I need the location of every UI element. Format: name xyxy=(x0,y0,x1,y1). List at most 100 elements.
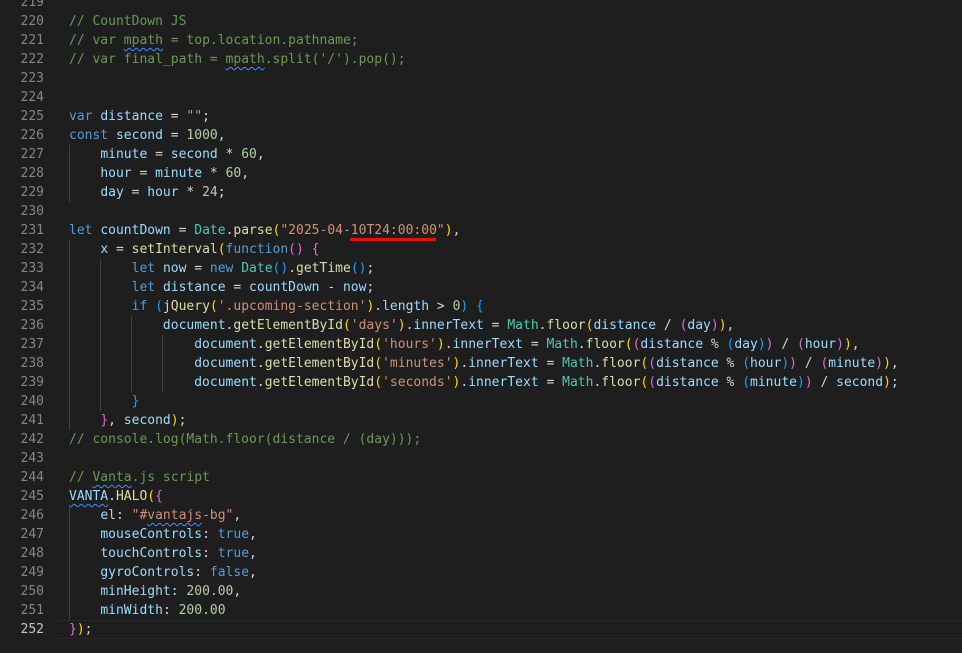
code-line[interactable] xyxy=(69,88,962,107)
code-token: '.upcoming-section' xyxy=(217,299,367,314)
code-token: ( xyxy=(796,337,805,352)
code-token: second xyxy=(115,128,163,143)
code-line[interactable]: document.getElementById('seconds').inner… xyxy=(69,373,962,392)
code-line[interactable]: x = setInterval(function() { xyxy=(69,240,962,259)
code-token: - xyxy=(319,280,343,295)
code-line[interactable]: document.getElementById('minutes').inner… xyxy=(69,354,962,373)
code-token: ) xyxy=(836,337,844,352)
code-token: . xyxy=(288,261,297,276)
code-token: countDown xyxy=(249,280,320,295)
code-token: () xyxy=(272,261,289,276)
code-line[interactable]: mouseControls: true, xyxy=(69,525,962,544)
code-token: : xyxy=(162,603,179,618)
code-line[interactable]: }, second); xyxy=(69,411,962,430)
line-number: 219 xyxy=(20,0,44,10)
code-line[interactable]: }); xyxy=(69,620,962,639)
code-line[interactable]: // var final_path = mpath.split('/').pop… xyxy=(69,50,962,69)
code-token: hour xyxy=(750,356,782,371)
code-token: Math xyxy=(562,375,594,390)
code-editor[interactable]: 219 220 221 222 223 224 225 226 227 228 229 230 231 2… xyxy=(0,0,962,653)
code-token: floor xyxy=(585,337,625,352)
code-token: minute xyxy=(155,166,203,181)
code-token: // var xyxy=(69,33,124,48)
code-line[interactable]: minWidth: 200.00 xyxy=(69,601,962,620)
code-token: innerText xyxy=(413,318,484,333)
code-token: ) xyxy=(883,356,891,371)
code-line[interactable]: gyroControls: false, xyxy=(69,563,962,582)
code-token: minHeight xyxy=(100,584,171,599)
code-token: % xyxy=(703,337,727,352)
code-token: = xyxy=(147,147,171,162)
line-number: 249 xyxy=(20,565,44,580)
code-token: . xyxy=(108,489,116,504)
code-token: distance xyxy=(640,337,704,352)
code-line[interactable]: el: "#vantajs-bg", xyxy=(69,506,962,525)
code-token: floor xyxy=(601,375,641,390)
code-token: , xyxy=(233,508,242,523)
code-line[interactable]: let now = new Date().getTime(); xyxy=(69,259,962,278)
code-token: . xyxy=(256,337,265,352)
code-area[interactable]: // CountDown JS// var mpath = top.locati… xyxy=(69,0,962,653)
line-number: 241 xyxy=(20,413,44,428)
code-token: = xyxy=(483,318,508,333)
code-token: HALO xyxy=(115,489,148,504)
line-number: 234 xyxy=(20,280,44,295)
code-line[interactable]: const second = 1000, xyxy=(69,126,962,145)
code-line[interactable]: } xyxy=(69,392,962,411)
code-token: let xyxy=(131,280,156,295)
code-line[interactable]: day = hour * 24; xyxy=(69,183,962,202)
code-token: hour xyxy=(100,166,132,181)
code-line[interactable]: hour = minute * 60, xyxy=(69,164,962,183)
code-line[interactable] xyxy=(69,0,962,12)
code-line[interactable]: VANTA.HALO({ xyxy=(69,487,962,506)
code-line[interactable]: // console.log(Math.floor(distance / (da… xyxy=(69,430,962,449)
code-line[interactable]: touchControls: true, xyxy=(69,544,962,563)
code-token: touchControls xyxy=(100,546,203,561)
code-line[interactable]: var distance = ""; xyxy=(69,107,962,126)
code-line[interactable]: let countDown = Date.parse("2025-04-10T2… xyxy=(69,221,962,240)
code-token: , xyxy=(249,565,257,580)
code-token: minWidth xyxy=(100,603,163,618)
code-token: ; xyxy=(366,261,375,276)
code-line[interactable]: minute = second * 60, xyxy=(69,145,962,164)
code-token: . xyxy=(256,375,265,390)
code-token: document xyxy=(194,356,257,371)
code-line[interactable]: minHeight: 200.00, xyxy=(69,582,962,601)
code-token: VANTA xyxy=(69,489,109,504)
code-line[interactable] xyxy=(69,69,962,88)
code-line[interactable] xyxy=(69,449,962,468)
code-line[interactable]: // var mpath = top.location.pathname; xyxy=(69,31,962,50)
line-number: 240 xyxy=(20,394,44,409)
code-line[interactable]: document.getElementById('hours').innerTe… xyxy=(69,335,962,354)
code-line[interactable] xyxy=(69,202,962,221)
line-number: 227 xyxy=(20,147,44,162)
code-token: getElementById xyxy=(264,337,375,352)
code-line[interactable]: document.getElementById('days').innerTex… xyxy=(69,316,962,335)
code-token: getElementById xyxy=(233,318,343,333)
code-token: ) xyxy=(397,318,406,333)
code-token: ( xyxy=(624,337,633,352)
code-token: second xyxy=(170,147,218,162)
code-token: ) xyxy=(765,337,774,352)
code-token: now xyxy=(342,280,367,295)
code-line[interactable]: if (jQuery('.upcoming-section').length >… xyxy=(69,297,962,316)
code-line[interactable]: let distance = countDown - now; xyxy=(69,278,962,297)
code-token: var xyxy=(69,109,93,124)
code-token: ( xyxy=(374,356,383,371)
code-line[interactable]: // Vanta.js script xyxy=(69,468,962,487)
code-token: ) xyxy=(781,356,790,371)
code-token: now xyxy=(162,261,187,276)
code-token: hour xyxy=(147,185,179,200)
code-line[interactable]: // CountDown JS xyxy=(69,12,962,31)
code-token: 'minutes' xyxy=(382,356,453,371)
code-token: Date xyxy=(241,261,273,276)
code-token: minute xyxy=(750,375,797,390)
